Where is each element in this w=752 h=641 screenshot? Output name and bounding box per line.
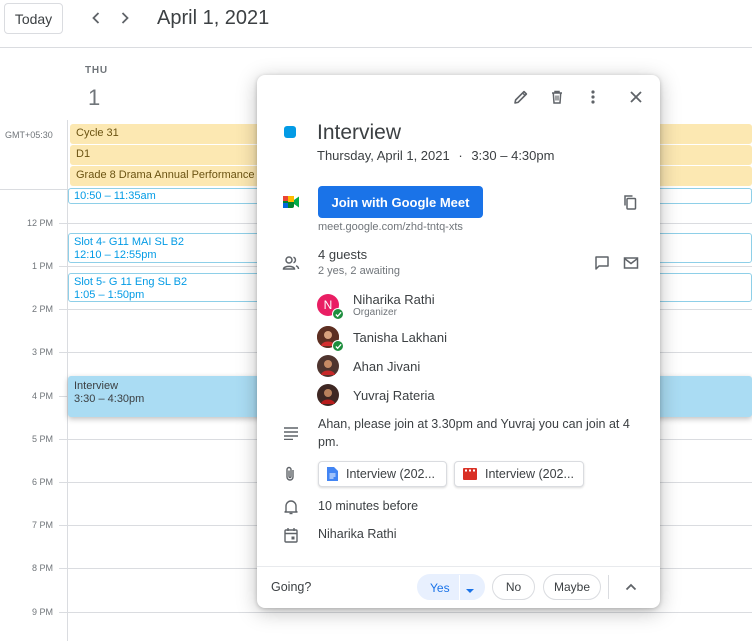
rsvp-yes-separator [459,575,460,601]
guest-item[interactable]: N Niharika Rathi Organizer [317,292,435,320]
day-number[interactable]: 1 [88,85,100,111]
current-date-title: April 1, 2021 [157,7,270,29]
guest-name: Ahan Jivani [353,358,421,374]
rsvp-divider [608,575,609,599]
video-icon [463,468,477,480]
timezone-label: GMT+05:30 [5,130,53,140]
event-description: Ahan, please join at 3.30pm and Yuvraj y… [318,417,630,449]
time-label: 9 PM [31,607,53,617]
rsvp-no-button[interactable]: No [492,574,535,600]
rsvp-yes-label: Yes [430,581,450,595]
attachment-chip[interactable]: Interview (202... [318,461,447,487]
close-popup-button[interactable] [622,83,650,111]
grid-hour-line [59,612,752,613]
event-date: Thursday, April 1, 2021 [317,148,450,163]
today-button[interactable]: Today [4,3,63,34]
delete-event-button[interactable] [543,83,571,111]
docs-icon [327,467,338,481]
join-google-meet-button[interactable]: Join with Google Meet [318,186,483,218]
rsvp-maybe-button[interactable]: Maybe [543,574,601,600]
event-details-popup: Interview Thursday, April 1, 2021 · 3:30… [257,75,660,608]
calendar-icon [284,527,298,548]
people-icon [282,255,300,276]
pencil-icon [514,90,528,104]
guest-name: Yuvraj Rateria [353,387,435,403]
google-meet-icon [282,194,300,215]
rsvp-label: Going? [271,580,312,594]
guest-name: Niharika Rathi [353,292,435,307]
chat-icon [595,256,609,270]
time-label: 3 PM [31,347,53,357]
time-label: 7 PM [31,520,53,530]
next-day-button[interactable] [113,6,137,30]
guest-role: Organizer [353,307,397,318]
event-title: Interview [317,121,402,144]
rsvp-yes-button[interactable]: Yes [417,574,485,601]
guest-name: Tanisha Lakhani [353,329,447,345]
chevron-left-icon [92,12,100,24]
guests-summary: 2 yes, 2 awaiting [318,265,400,277]
bell-icon [284,499,298,520]
separator-dot: · [458,148,463,163]
guest-item[interactable]: Ahan Jivani [317,355,420,377]
accepted-check-icon [332,340,344,352]
attachment-chip[interactable]: Interview (202... [454,461,584,487]
day-of-week: THU [85,65,108,76]
attachment-name: Interview (202... [485,467,574,481]
chat-guests-button[interactable] [588,249,616,277]
event-time-range: 3:30 – 4:30pm [471,148,555,163]
guest-item[interactable]: Tanisha Lakhani [317,326,447,352]
close-icon [630,91,642,103]
avatar [317,326,344,352]
description-icon [283,426,299,445]
rsvp-bar: Going? Yes No Maybe [257,566,660,608]
copy-icon [624,195,637,210]
time-label: 12 PM [26,218,53,228]
chevron-right-icon [121,12,129,24]
time-label: 5 PM [31,434,53,444]
time-label: 8 PM [31,563,53,573]
more-options-button[interactable] [579,83,607,111]
time-label: 2 PM [31,304,53,314]
mail-icon [623,257,639,269]
edit-event-button[interactable] [507,83,535,111]
time-label: 4 PM [31,391,53,401]
time-label: 6 PM [31,477,53,487]
accepted-check-icon [332,308,344,320]
previous-day-button[interactable] [84,6,108,30]
calendar-owner: Niharika Rathi [318,527,397,541]
trash-icon [552,90,562,104]
chevron-up-icon [625,583,637,591]
email-guests-button[interactable] [617,249,645,277]
copy-link-button[interactable] [616,188,644,216]
caret-down-icon [466,589,474,593]
avatar [317,384,339,406]
guest-item[interactable]: Yuvraj Rateria [317,384,435,406]
attachment-icon [284,466,296,487]
time-label: 1 PM [31,261,53,271]
attachment-name: Interview (202... [346,467,435,481]
avatar [317,355,339,377]
meet-link[interactable]: meet.google.com/zhd-tntq-xts [318,221,463,233]
collapse-rsvp-button[interactable] [617,573,645,601]
event-datetime: Thursday, April 1, 2021 · 3:30 – 4:30pm [317,148,554,163]
guests-count: 4 guests [318,247,368,262]
reminder-text: 10 minutes before [318,499,419,513]
avatar: N [317,294,344,320]
event-color-swatch [284,126,296,138]
rsvp-yes-dropdown[interactable] [465,584,475,598]
more-vert-icon [591,90,595,104]
top-bar: Today April 1, 2021 [0,0,752,48]
